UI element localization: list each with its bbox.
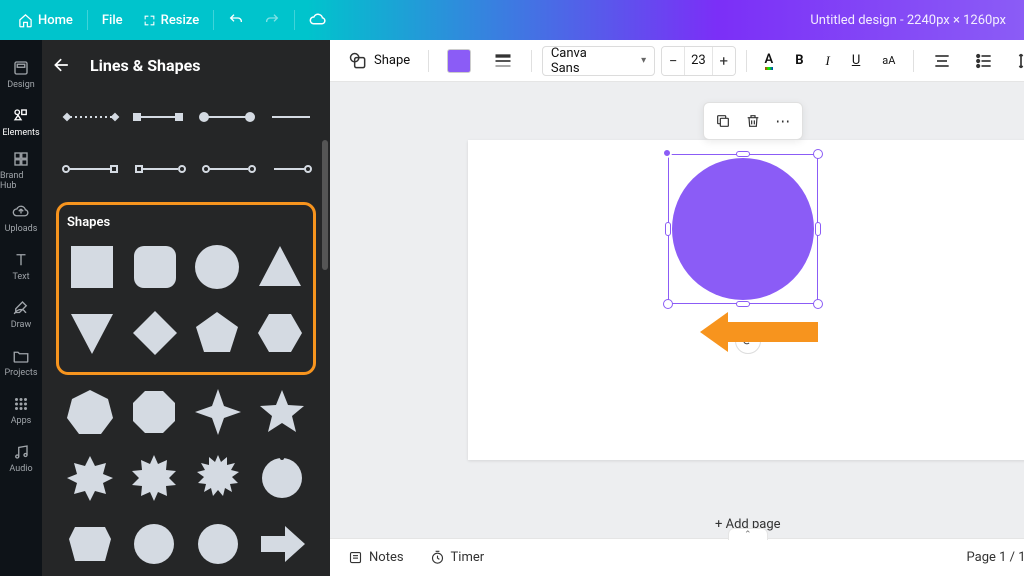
sidepanel-title: Lines & Shapes: [90, 56, 200, 75]
shape-hexagon[interactable]: [253, 304, 308, 362]
shape-gear[interactable]: [126, 515, 182, 573]
left-iconbar: Design Elements Brand Hub Uploads Text D…: [0, 40, 42, 576]
home-button[interactable]: Home: [8, 7, 83, 34]
rotate-handle[interactable]: [662, 148, 672, 158]
sync-button[interactable]: ⟳: [735, 328, 761, 354]
font-select[interactable]: Canva Sans▾: [542, 46, 655, 76]
shapes-highlight-box: Shapes: [56, 202, 316, 375]
color-swatch: [447, 49, 471, 73]
canvas-area: Shape Canva Sans▾ − 23 + A B I U aA: [330, 40, 1024, 576]
shape-triangle-down[interactable]: [65, 304, 120, 362]
resize-handle-e[interactable]: [815, 222, 821, 236]
file-menu[interactable]: File: [92, 7, 133, 34]
shape-5-star[interactable]: [254, 383, 310, 441]
shape-tool-button[interactable]: Shape: [340, 46, 418, 76]
shape-seal[interactable]: [254, 449, 310, 507]
back-button[interactable]: [44, 47, 80, 83]
shape-diamond[interactable]: [128, 304, 183, 362]
topbar: Home File Resize Untitled design - 2240p…: [0, 0, 1024, 40]
text-case-button[interactable]: aA: [874, 46, 903, 76]
line-styles-row-1[interactable]: [56, 98, 316, 136]
resize-handle-w[interactable]: [665, 222, 671, 236]
notes-button[interactable]: Notes: [342, 546, 410, 569]
tab-elements[interactable]: Elements: [0, 98, 42, 146]
canvas-zone[interactable]: ⋯ ⟳: [330, 82, 1024, 538]
font-size-value[interactable]: 23: [684, 47, 713, 75]
shape-scallop[interactable]: [190, 515, 246, 573]
fill-color-button[interactable]: [439, 46, 479, 76]
shape-4-star[interactable]: [190, 383, 246, 441]
undo-button[interactable]: [218, 6, 254, 34]
page-counter[interactable]: Page 1 / 1: [967, 550, 1024, 565]
duplicate-button[interactable]: [708, 107, 738, 135]
circle-shape[interactable]: [672, 158, 814, 300]
selected-shape[interactable]: [668, 154, 818, 304]
chevron-down-icon: ▾: [641, 55, 646, 66]
more-button[interactable]: ⋯: [768, 107, 798, 135]
footer: Notes Timer Page 1 / 1: [330, 538, 1024, 576]
tab-draw[interactable]: Draw: [0, 290, 42, 338]
tab-apps[interactable]: Apps: [0, 386, 42, 434]
resize-handle-sw[interactable]: [663, 299, 673, 309]
border-style-button[interactable]: [485, 46, 521, 76]
font-size-stepper: − 23 +: [661, 46, 736, 76]
delete-button[interactable]: [738, 107, 768, 135]
panel-scrollbar[interactable]: [322, 90, 328, 500]
text-color-button[interactable]: A: [757, 46, 782, 76]
resize-handle-se[interactable]: [813, 299, 823, 309]
shapes-label: Shapes: [67, 215, 307, 230]
shape-pentagon[interactable]: [190, 304, 245, 362]
resize-handle-ne[interactable]: [813, 149, 823, 159]
align-button[interactable]: [924, 46, 960, 76]
cloud-sync-icon[interactable]: [299, 5, 337, 35]
timer-button[interactable]: Timer: [424, 546, 491, 569]
shape-heptagon[interactable]: [62, 383, 118, 441]
font-size-plus[interactable]: +: [713, 47, 735, 75]
redo-button[interactable]: [254, 6, 290, 34]
shape-burst-6[interactable]: [62, 449, 118, 507]
shape-burst-8[interactable]: [126, 449, 182, 507]
expand-pages-button[interactable]: ⌃: [728, 528, 768, 540]
sidepanel: Lines & Shapes: [42, 40, 330, 576]
tab-audio[interactable]: Audio: [0, 434, 42, 482]
shape-circle[interactable]: [190, 238, 245, 296]
font-size-minus[interactable]: −: [662, 47, 684, 75]
resize-handle-s[interactable]: [736, 301, 750, 307]
spacing-button[interactable]: [1008, 46, 1024, 76]
shape-octagon[interactable]: [126, 383, 182, 441]
bold-button[interactable]: B: [787, 46, 811, 76]
underline-button[interactable]: U: [844, 46, 868, 76]
shape-triangle[interactable]: [253, 238, 308, 296]
tab-design[interactable]: Design: [0, 50, 42, 98]
context-toolbar: Shape Canva Sans▾ − 23 + A B I U aA: [330, 40, 1024, 82]
document-title[interactable]: Untitled design - 2240px × 1260px: [810, 13, 1016, 28]
tab-uploads[interactable]: Uploads: [0, 194, 42, 242]
home-label: Home: [38, 13, 73, 28]
resize-handle-n[interactable]: [736, 151, 750, 157]
shape-square[interactable]: [65, 238, 120, 296]
italic-button[interactable]: I: [817, 46, 837, 76]
shape-arrow-right[interactable]: [254, 515, 310, 573]
resize-button[interactable]: Resize: [133, 7, 210, 34]
shape-badge[interactable]: [62, 515, 118, 573]
selection-float-toolbar: ⋯: [703, 102, 803, 140]
tab-projects[interactable]: Projects: [0, 338, 42, 386]
shape-burst-12[interactable]: [190, 449, 246, 507]
list-button[interactable]: [966, 46, 1002, 76]
tab-brandhub[interactable]: Brand Hub: [0, 146, 42, 194]
shape-rounded-square[interactable]: [128, 238, 183, 296]
tab-text[interactable]: Text: [0, 242, 42, 290]
line-styles-row-2[interactable]: [56, 150, 316, 188]
page[interactable]: ⋯ ⟳: [468, 140, 1024, 460]
